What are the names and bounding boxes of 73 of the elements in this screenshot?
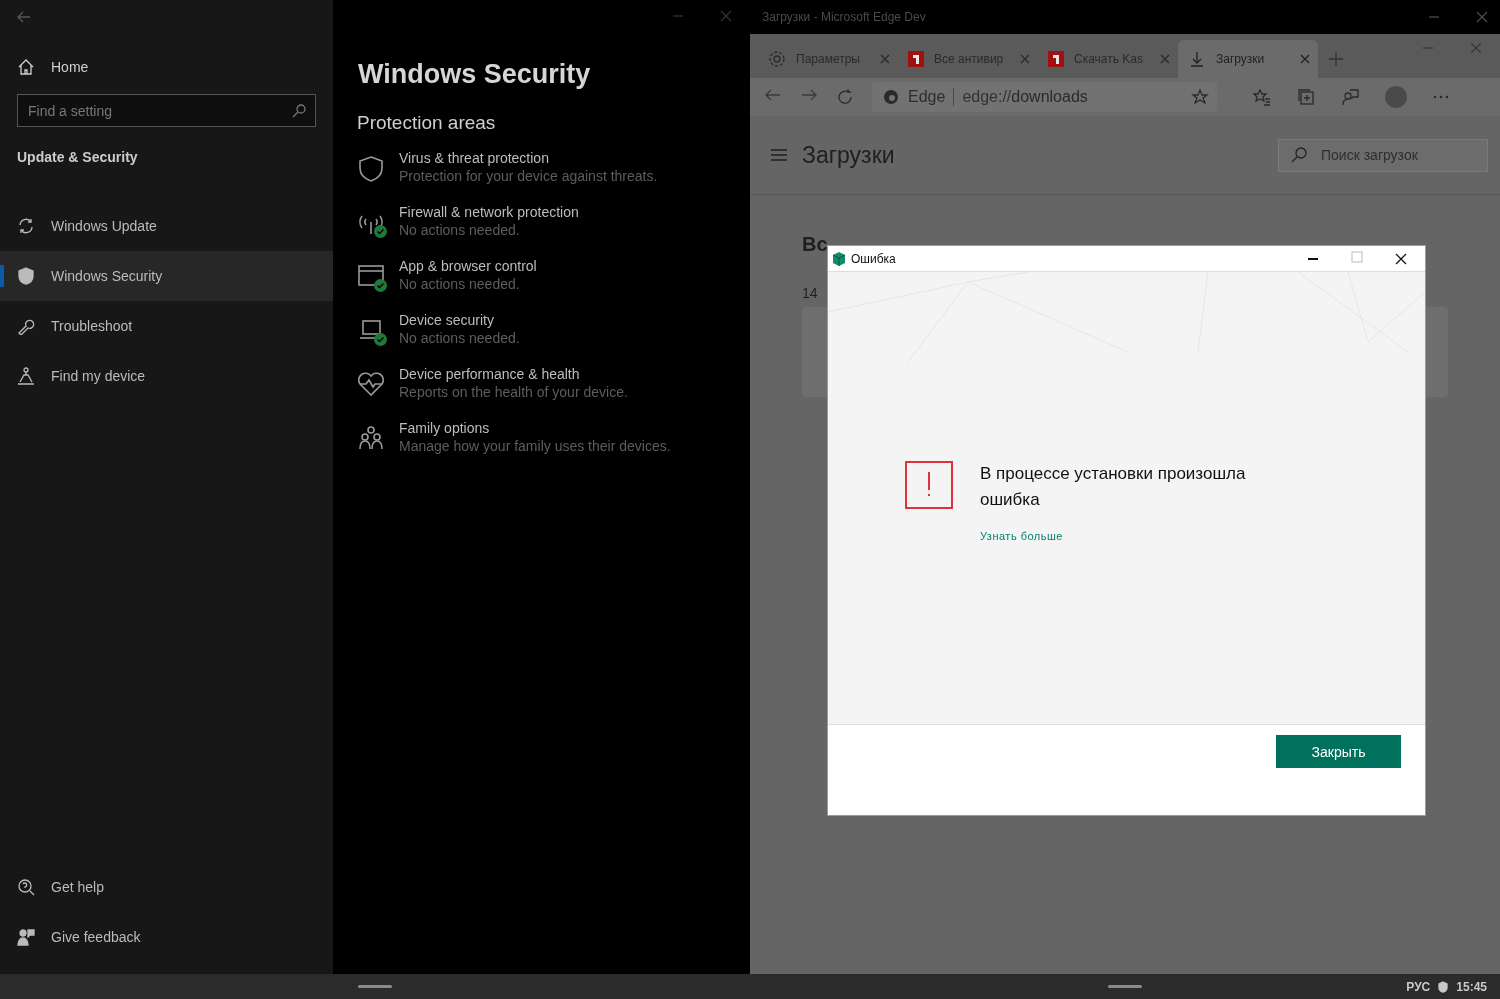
close-button[interactable]: Закрыть (1276, 735, 1401, 768)
sync-icon (17, 217, 35, 235)
area-title-link[interactable]: Device performance & health (399, 366, 628, 382)
family-icon (357, 424, 385, 452)
search-icon (1290, 146, 1308, 164)
area-title-link[interactable]: Firewall & network protection (399, 204, 579, 220)
window-title: Загрузки - Microsoft Edge Dev (762, 10, 926, 24)
close-icon (1470, 42, 1482, 54)
close-icon (1020, 54, 1030, 64)
nav-item[interactable]: Troubleshoot (0, 301, 333, 351)
close-icon (1395, 252, 1407, 265)
area-description: Manage how your family uses their devices. (399, 438, 671, 454)
home-icon (17, 58, 35, 76)
nav-item[interactable]: Give feedback (0, 912, 333, 962)
new-tab-icon (1328, 51, 1344, 67)
back-arrow-icon (16, 9, 32, 25)
area-description: No actions needed. (399, 330, 520, 346)
cube-logo-icon (831, 250, 847, 267)
download-icon (1188, 50, 1206, 68)
section-title: Protection areas (357, 111, 497, 135)
shield-icon (17, 267, 35, 285)
site-logo-icon (1048, 51, 1064, 67)
nav-item[interactable]: Windows Update (0, 201, 333, 251)
language-indicator[interactable]: РУС (1406, 979, 1431, 994)
help-icon (17, 878, 35, 896)
search-icon (292, 103, 306, 118)
star-icon (1191, 88, 1209, 106)
nav-item[interactable]: Windows Security (0, 251, 333, 301)
area-title-link[interactable]: Family options (399, 420, 671, 436)
shield-icon (357, 154, 385, 182)
section-heading: Вс (802, 233, 828, 255)
search-field[interactable]: Find a setting (17, 94, 316, 127)
close-icon (1476, 11, 1488, 23)
nav-item[interactable]: Get help (0, 862, 333, 912)
profile-avatar[interactable] (1385, 86, 1407, 108)
section-title: Update & Security (16, 148, 139, 167)
dialog-title: Ошибка (851, 251, 896, 266)
area-description: Reports on the health of your device. (399, 384, 628, 400)
nav-item[interactable]: Find my device (0, 351, 333, 401)
close-icon (1160, 54, 1170, 64)
page-title: Windows Security (357, 58, 592, 90)
maximize-icon (1351, 251, 1363, 263)
more-icon (1433, 95, 1449, 99)
area-description: No actions needed. (399, 222, 521, 238)
error-icon (905, 461, 953, 509)
collections-icon (1297, 88, 1315, 106)
area-description: No actions needed. (399, 276, 521, 292)
feedback-icon (17, 928, 35, 946)
page-title: Загрузки (802, 141, 896, 169)
area-title-link[interactable]: Virus & threat protection (399, 150, 658, 166)
security-tray-icon (1438, 980, 1449, 993)
person-icon (17, 367, 35, 385)
menu-icon (770, 146, 788, 164)
browser-logo-icon (882, 88, 900, 106)
site-logo-icon (908, 51, 924, 67)
area-title-link[interactable]: App & browser control (399, 258, 537, 274)
share-icon (1341, 88, 1359, 106)
error-message: В процессе установки произошла ошибка (980, 463, 1247, 511)
gear-icon (768, 50, 786, 68)
area-description: Protection for your device against threats. (399, 168, 658, 184)
close-icon (880, 54, 890, 64)
clock[interactable]: 15:45 (1456, 979, 1487, 994)
close-icon (1300, 54, 1310, 64)
file-count: 14 (802, 285, 818, 301)
favorites-icon (1253, 88, 1271, 106)
close-icon (720, 10, 732, 22)
area-title-link[interactable]: Device security (399, 312, 520, 328)
refresh-icon (836, 88, 854, 106)
search-field[interactable]: Поиск загрузок (1278, 138, 1488, 172)
heart-icon (357, 370, 385, 398)
home-link[interactable]: Home (0, 34, 333, 90)
learn-more-link[interactable]: Узнать больше (980, 523, 1063, 549)
wrench-icon (17, 317, 35, 335)
